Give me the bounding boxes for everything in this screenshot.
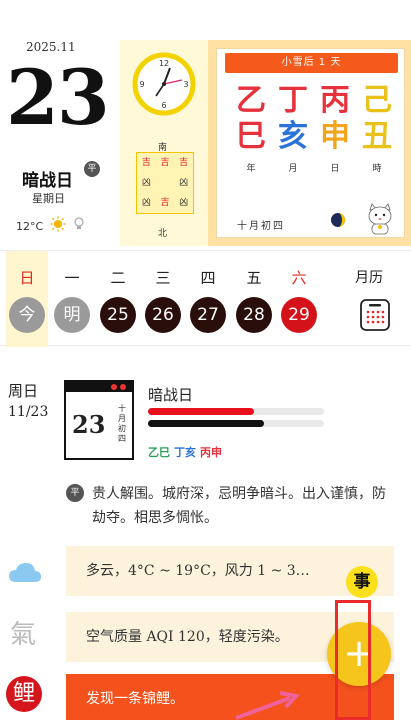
weekday-label: 日 — [19, 269, 35, 287]
air-quality-icon: 氣 — [10, 620, 37, 650]
events-badge[interactable]: 事 — [346, 566, 378, 598]
pillar-3: 己丑 — [357, 83, 397, 155]
grid-cell: 吉 — [160, 198, 170, 208]
fortune-bar-1 — [148, 408, 324, 415]
lunar-date: 十月初四 — [237, 221, 285, 232]
fortune-bar-2 — [148, 420, 324, 427]
day-name: 暗战日 — [22, 171, 73, 191]
date-chip[interactable]: 26 — [145, 297, 181, 333]
pillar-label: 時 — [372, 164, 382, 174]
grid-cell: 凶 — [141, 178, 151, 188]
detail-pillars: 乙巳 丁亥 丙申 — [148, 444, 226, 460]
almanac-card: 小雪后 1 天 乙巳年丁亥月丙申日己丑時 十月初四 — [216, 48, 405, 238]
solar-term-banner: 小雪后 1 天 — [225, 53, 398, 73]
pillar-2: 丙申 — [315, 83, 355, 155]
lucky-cat-icon — [368, 203, 392, 235]
mini-calendar-dot — [120, 384, 126, 390]
mini-calendar-day: 23 — [72, 410, 106, 439]
year-month: 2025.11 — [26, 40, 76, 54]
arrow-icon — [235, 691, 300, 720]
pillar-1: 丁亥 — [273, 83, 313, 155]
week-strip: 日今 一明 二 25 三 26 四 27 五 28 六 29 月历 — [0, 250, 411, 347]
header: 2025.11 23 暗战日 平 星期日 12°C 12 3 6 9 南 吉 吉… — [0, 0, 411, 246]
detail-description: 贵人解围。城府深，忌明争暗斗。出入谨慎，防劫夺。相思多惆怅。 — [92, 486, 386, 526]
clock-3: 3 — [183, 80, 188, 89]
almanac-panel[interactable]: 小雪后 1 天 乙巳年丁亥月丙申日己丑時 十月初四 — [208, 40, 411, 246]
date-chip[interactable]: 29 — [281, 297, 317, 333]
detail-pillar: 乙巳 — [148, 446, 170, 459]
clock-9: 9 — [139, 80, 144, 89]
moon-phase-icon — [331, 213, 345, 227]
grid-cell: 吉 — [160, 158, 170, 168]
date-chip[interactable]: 今 — [9, 297, 45, 333]
lightbulb-icon — [74, 217, 84, 229]
grid-cell: 凶 — [179, 178, 189, 188]
pillar-stem: 己 — [362, 83, 392, 118]
pillar-0: 乙巳 — [231, 83, 271, 155]
date-chip[interactable]: 25 — [100, 297, 136, 333]
temperature: 12°C — [16, 220, 44, 233]
pillar-branch: 亥 — [278, 119, 308, 154]
pillar-stem: 丁 — [278, 83, 308, 118]
month-calendar-label[interactable]: 月历 — [355, 267, 383, 287]
detail-date: 11/23 — [8, 404, 49, 420]
pillar-stem: 丙 — [320, 83, 350, 118]
clock-icon: 12 3 6 9 — [132, 52, 196, 116]
mini-calendar-dot — [111, 384, 117, 390]
weather-card[interactable]: 多云，4°C ~ 19°C，风力 1 ~ 3… — [66, 546, 394, 596]
grid-cell: 凶 — [179, 198, 189, 208]
weekday-label: 六 — [291, 269, 307, 287]
pillar-stem: 乙 — [236, 83, 266, 118]
grid-cell: 吉 — [141, 158, 151, 168]
date-chip[interactable]: 明 — [54, 297, 90, 333]
today-summary[interactable]: 2025.11 23 暗战日 平 星期日 12°C — [0, 30, 120, 246]
detail-badge: 平 — [66, 484, 84, 502]
weekday-label: 二 — [110, 269, 126, 287]
detail-pillar: 丙申 — [200, 446, 222, 459]
grid-cell — [156, 173, 175, 193]
koi-icon: 鲤 — [6, 676, 42, 712]
detail-pillar: 丁亥 — [174, 446, 196, 459]
fortune-bar-2-fill — [148, 420, 265, 427]
pillar-branch: 巳 — [236, 119, 266, 154]
clock-compass-panel[interactable]: 12 3 6 9 南 吉 吉 吉 凶 凶 凶 吉 凶 北 — [120, 40, 208, 246]
day-badge: 平 — [84, 161, 100, 177]
compass-north: 北 — [158, 229, 168, 239]
calendar-grid-icon[interactable] — [360, 299, 390, 331]
day-number: 23 — [6, 53, 110, 142]
highlight-box — [335, 600, 371, 720]
detail-weekday: 周日 — [8, 382, 39, 400]
weekday-label: 三 — [155, 269, 171, 287]
date-chip[interactable]: 27 — [190, 297, 226, 333]
clock-6: 6 — [161, 101, 166, 110]
cloud-icon — [9, 563, 41, 582]
weekday-label: 星期日 — [32, 192, 65, 205]
date-chip[interactable]: 28 — [236, 297, 272, 333]
clock-12: 12 — [159, 59, 169, 68]
weekday-label: 一 — [64, 269, 80, 287]
mini-calendar-lunar: 十月初四 — [118, 404, 126, 443]
grid-cell: 吉 — [179, 158, 189, 168]
direction-grid: 吉 吉 吉 凶 凶 凶 吉 凶 — [136, 152, 194, 214]
pillar-branch: 丑 — [362, 119, 392, 154]
detail-title: 暗战日 — [148, 386, 194, 404]
pillar-branch: 申 — [320, 119, 350, 154]
mini-calendar-card[interactable]: 23 十月初四 — [64, 380, 134, 460]
grid-cell: 凶 — [141, 198, 151, 208]
pillar-label: 月 — [288, 164, 298, 174]
pillar-label: 年 — [246, 164, 256, 174]
weekday-label: 四 — [200, 269, 216, 287]
pillar-label: 日 — [330, 164, 340, 174]
fortune-bar-1-fill — [148, 408, 254, 415]
sun-icon — [50, 216, 66, 232]
weekday-label: 五 — [246, 269, 262, 287]
